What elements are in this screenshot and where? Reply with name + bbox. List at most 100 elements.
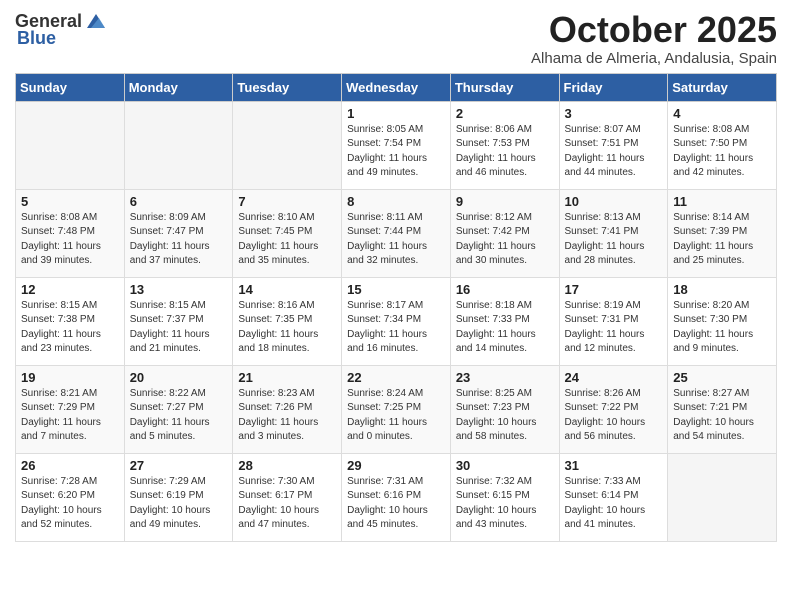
day-info: Sunrise: 8:26 AM Sunset: 7:22 PM Dayligh…: [565, 387, 663, 445]
calendar-cell: 9 Sunrise: 8:12 AM Sunset: 7:42 PM Daylig…: [450, 189, 559, 277]
calendar-cell: 29 Sunrise: 7:31 AM Sunset: 6:16 PM Dayli…: [342, 453, 451, 541]
subtitle: Alhama de Almeria, Andalusia, Spain: [531, 50, 777, 67]
calendar-cell: 6 Sunrise: 8:09 AM Sunset: 7:47 PM Daylig…: [124, 189, 233, 277]
day-info: Sunrise: 8:13 AM Sunset: 7:41 PM Dayligh…: [565, 211, 663, 269]
calendar-cell: 20 Sunrise: 8:22 AM Sunset: 7:27 PM Dayli…: [124, 365, 233, 453]
day-info: Sunrise: 8:10 AM Sunset: 7:45 PM Dayligh…: [238, 211, 336, 269]
calendar-cell: 28Sunrise: 7:30 AM Sunset: 6:17 PM Dayli…: [233, 453, 342, 541]
calendar-cell: [233, 101, 342, 189]
calendar-cell: 7 Sunrise: 8:10 AM Sunset: 7:45 PM Daylig…: [233, 189, 342, 277]
day-number: 26: [21, 458, 119, 473]
day-number: 21: [238, 370, 336, 385]
calendar-cell: 12Sunrise: 8:15 AM Sunset: 7:38 PM Dayli…: [16, 277, 125, 365]
day-info: Sunrise: 7:31 AM Sunset: 6:16 PM Dayligh…: [347, 475, 445, 533]
day-number: 18: [673, 282, 771, 297]
calendar-week-row: 1 Sunrise: 8:05 AM Sunset: 7:54 PM Daylig…: [16, 101, 777, 189]
day-info: Sunrise: 8:12 AM Sunset: 7:42 PM Dayligh…: [456, 211, 554, 269]
day-number: 16: [456, 282, 554, 297]
calendar-cell: 10 Sunrise: 8:13 AM Sunset: 7:41 PM Dayli…: [559, 189, 668, 277]
day-number: 31: [565, 458, 663, 473]
day-info: Sunrise: 7:28 AM Sunset: 6:20 PM Dayligh…: [21, 475, 119, 533]
weekday-header-sunday: Sunday: [16, 73, 125, 101]
day-number: 6: [130, 194, 228, 209]
calendar-cell: 4 Sunrise: 8:08 AM Sunset: 7:50 PM Daylig…: [668, 101, 777, 189]
calendar-cell: [16, 101, 125, 189]
day-info: Sunrise: 8:05 AM Sunset: 7:54 PM Dayligh…: [347, 123, 445, 181]
weekday-header-wednesday: Wednesday: [342, 73, 451, 101]
day-number: 10: [565, 194, 663, 209]
calendar-cell: 22 Sunrise: 8:24 AM Sunset: 7:25 PM Dayli…: [342, 365, 451, 453]
page-header: General Blue October 2025 Alhama de Alme…: [15, 10, 777, 67]
day-number: 9: [456, 194, 554, 209]
day-info: Sunrise: 7:29 AM Sunset: 6:19 PM Dayligh…: [130, 475, 228, 533]
day-info: Sunrise: 8:07 AM Sunset: 7:51 PM Dayligh…: [565, 123, 663, 181]
page-container: General Blue October 2025 Alhama de Alme…: [0, 0, 792, 552]
day-info: Sunrise: 8:22 AM Sunset: 7:27 PM Dayligh…: [130, 387, 228, 445]
day-number: 15: [347, 282, 445, 297]
day-number: 11: [673, 194, 771, 209]
day-number: 30: [456, 458, 554, 473]
day-number: 29: [347, 458, 445, 473]
calendar-cell: 16Sunrise: 8:18 AM Sunset: 7:33 PM Dayli…: [450, 277, 559, 365]
day-number: 2: [456, 106, 554, 121]
calendar-cell: 23 Sunrise: 8:25 AM Sunset: 7:23 PM Dayli…: [450, 365, 559, 453]
calendar-week-row: 5 Sunrise: 8:08 AM Sunset: 7:48 PM Daylig…: [16, 189, 777, 277]
calendar-cell: 25 Sunrise: 8:27 AM Sunset: 7:21 PM Dayli…: [668, 365, 777, 453]
day-number: 25: [673, 370, 771, 385]
calendar-cell: 13 Sunrise: 8:15 AM Sunset: 7:37 PM Dayli…: [124, 277, 233, 365]
day-info: Sunrise: 8:21 AM Sunset: 7:29 PM Dayligh…: [21, 387, 119, 445]
calendar-cell: 8Sunrise: 8:11 AM Sunset: 7:44 PM Daylig…: [342, 189, 451, 277]
calendar-cell: 17Sunrise: 8:19 AM Sunset: 7:31 PM Dayli…: [559, 277, 668, 365]
day-info: Sunrise: 8:08 AM Sunset: 7:48 PM Dayligh…: [21, 211, 119, 269]
day-info: Sunrise: 8:11 AM Sunset: 7:44 PM Dayligh…: [347, 211, 445, 269]
weekday-header-monday: Monday: [124, 73, 233, 101]
logo-blue: Blue: [17, 28, 56, 49]
day-number: 20: [130, 370, 228, 385]
calendar-cell: 31 Sunrise: 7:33 AM Sunset: 6:14 PM Dayli…: [559, 453, 668, 541]
day-number: 17: [565, 282, 663, 297]
day-info: Sunrise: 8:09 AM Sunset: 7:47 PM Dayligh…: [130, 211, 228, 269]
calendar-cell: 18Sunrise: 8:20 AM Sunset: 7:30 PM Dayli…: [668, 277, 777, 365]
day-info: Sunrise: 8:17 AM Sunset: 7:34 PM Dayligh…: [347, 299, 445, 357]
day-info: Sunrise: 7:30 AM Sunset: 6:17 PM Dayligh…: [238, 475, 336, 533]
calendar-cell: [668, 453, 777, 541]
day-number: 4: [673, 106, 771, 121]
day-info: Sunrise: 8:16 AM Sunset: 7:35 PM Dayligh…: [238, 299, 336, 357]
calendar-cell: 2 Sunrise: 8:06 AM Sunset: 7:53 PM Daylig…: [450, 101, 559, 189]
calendar-cell: 27 Sunrise: 7:29 AM Sunset: 6:19 PM Dayli…: [124, 453, 233, 541]
day-info: Sunrise: 8:15 AM Sunset: 7:37 PM Dayligh…: [130, 299, 228, 357]
calendar-cell: 24 Sunrise: 8:26 AM Sunset: 7:22 PM Dayli…: [559, 365, 668, 453]
calendar-cell: 3 Sunrise: 8:07 AM Sunset: 7:51 PM Daylig…: [559, 101, 668, 189]
day-number: 22: [347, 370, 445, 385]
calendar-week-row: 12Sunrise: 8:15 AM Sunset: 7:38 PM Dayli…: [16, 277, 777, 365]
day-number: 1: [347, 106, 445, 121]
day-info: Sunrise: 8:06 AM Sunset: 7:53 PM Dayligh…: [456, 123, 554, 181]
day-info: Sunrise: 8:14 AM Sunset: 7:39 PM Dayligh…: [673, 211, 771, 269]
calendar-week-row: 26 Sunrise: 7:28 AM Sunset: 6:20 PM Dayli…: [16, 453, 777, 541]
day-number: 12: [21, 282, 119, 297]
calendar-cell: 5 Sunrise: 8:08 AM Sunset: 7:48 PM Daylig…: [16, 189, 125, 277]
day-number: 5: [21, 194, 119, 209]
calendar-cell: [124, 101, 233, 189]
day-info: Sunrise: 7:33 AM Sunset: 6:14 PM Dayligh…: [565, 475, 663, 533]
weekday-header-thursday: Thursday: [450, 73, 559, 101]
day-number: 3: [565, 106, 663, 121]
day-number: 7: [238, 194, 336, 209]
weekday-header-saturday: Saturday: [668, 73, 777, 101]
day-number: 24: [565, 370, 663, 385]
day-info: Sunrise: 8:24 AM Sunset: 7:25 PM Dayligh…: [347, 387, 445, 445]
day-info: Sunrise: 8:08 AM Sunset: 7:50 PM Dayligh…: [673, 123, 771, 181]
calendar-cell: 1 Sunrise: 8:05 AM Sunset: 7:54 PM Daylig…: [342, 101, 451, 189]
calendar-table: SundayMondayTuesdayWednesdayThursdayFrid…: [15, 73, 777, 542]
day-info: Sunrise: 8:23 AM Sunset: 7:26 PM Dayligh…: [238, 387, 336, 445]
calendar-cell: 21 Sunrise: 8:23 AM Sunset: 7:26 PM Dayli…: [233, 365, 342, 453]
day-number: 23: [456, 370, 554, 385]
day-info: Sunrise: 8:25 AM Sunset: 7:23 PM Dayligh…: [456, 387, 554, 445]
day-number: 13: [130, 282, 228, 297]
day-number: 27: [130, 458, 228, 473]
calendar-cell: 19Sunrise: 8:21 AM Sunset: 7:29 PM Dayli…: [16, 365, 125, 453]
day-info: Sunrise: 8:27 AM Sunset: 7:21 PM Dayligh…: [673, 387, 771, 445]
month-title: October 2025: [531, 10, 777, 50]
calendar-cell: 11 Sunrise: 8:14 AM Sunset: 7:39 PM Dayli…: [668, 189, 777, 277]
calendar-cell: 15 Sunrise: 8:17 AM Sunset: 7:34 PM Dayli…: [342, 277, 451, 365]
